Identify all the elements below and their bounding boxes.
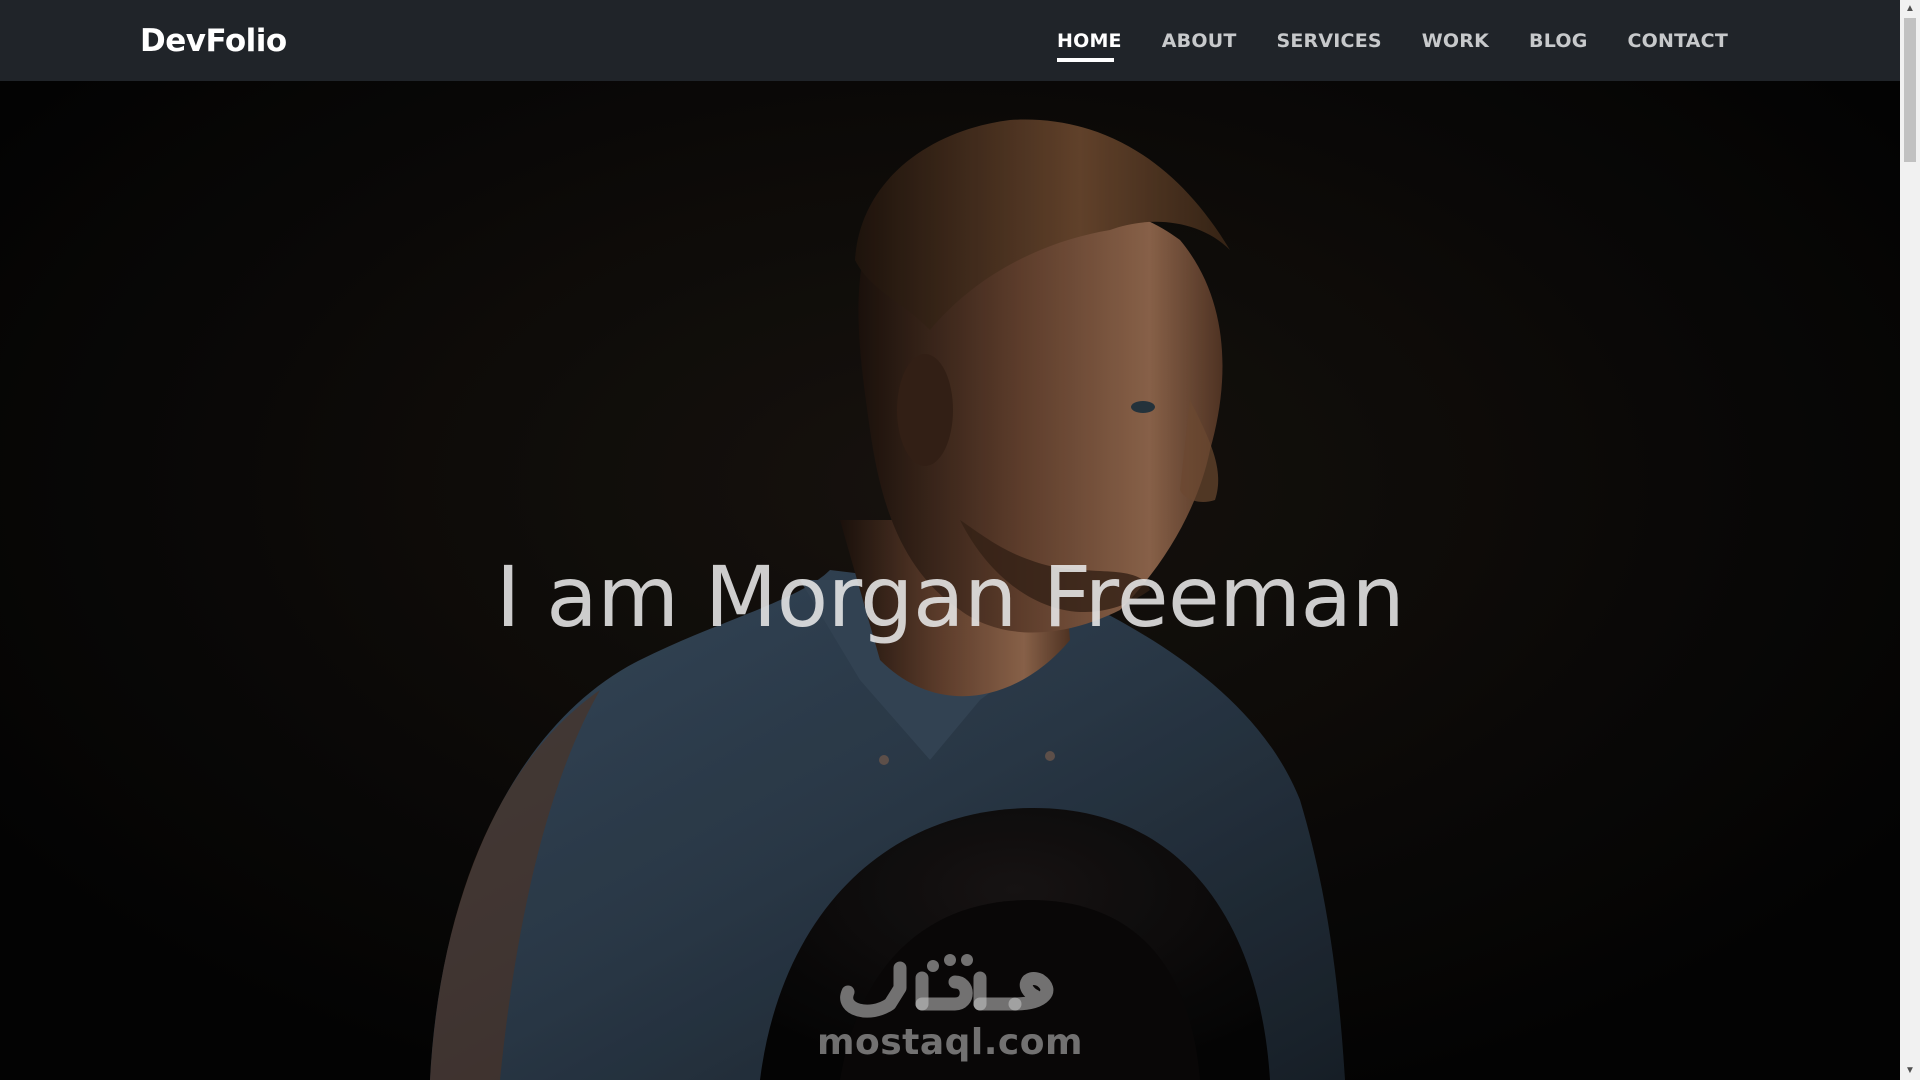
nav-link-services[interactable]: SERVICES [1276,30,1381,52]
hero-section: I am Morgan Freeman mostaql.com [0,0,1900,1080]
vertical-scrollbar[interactable]: ▲ ▼ [1900,0,1920,1080]
mostaql-logo [840,954,1054,1018]
nav-links: HOME ABOUT SERVICES WORK BLOG CONTACT [1017,0,1728,81]
hero-title: I am Morgan Freeman [495,548,1405,647]
scrollbar-thumb[interactable] [1904,18,1916,162]
brand-logo[interactable]: DevFolio [140,20,287,62]
page: I am Morgan Freeman mostaql.com DevFolio… [0,0,1920,1080]
navbar: DevFolio HOME ABOUT SERVICES WORK BLOG C… [0,0,1900,81]
nav-link-work[interactable]: WORK [1422,30,1489,52]
arrow-down-icon[interactable]: ▼ [1900,1062,1920,1080]
hero-overlay [0,0,1900,1080]
watermark-site: mostaql.com [816,1022,1084,1063]
watermark: mostaql.com [0,948,1900,1063]
nav-link-blog[interactable]: BLOG [1529,30,1587,52]
arrow-up-icon[interactable]: ▲ [1900,0,1920,18]
nav-link-about[interactable]: ABOUT [1162,30,1237,52]
nav-link-home[interactable]: HOME [1057,30,1122,62]
nav-link-contact[interactable]: CONTACT [1628,30,1729,52]
